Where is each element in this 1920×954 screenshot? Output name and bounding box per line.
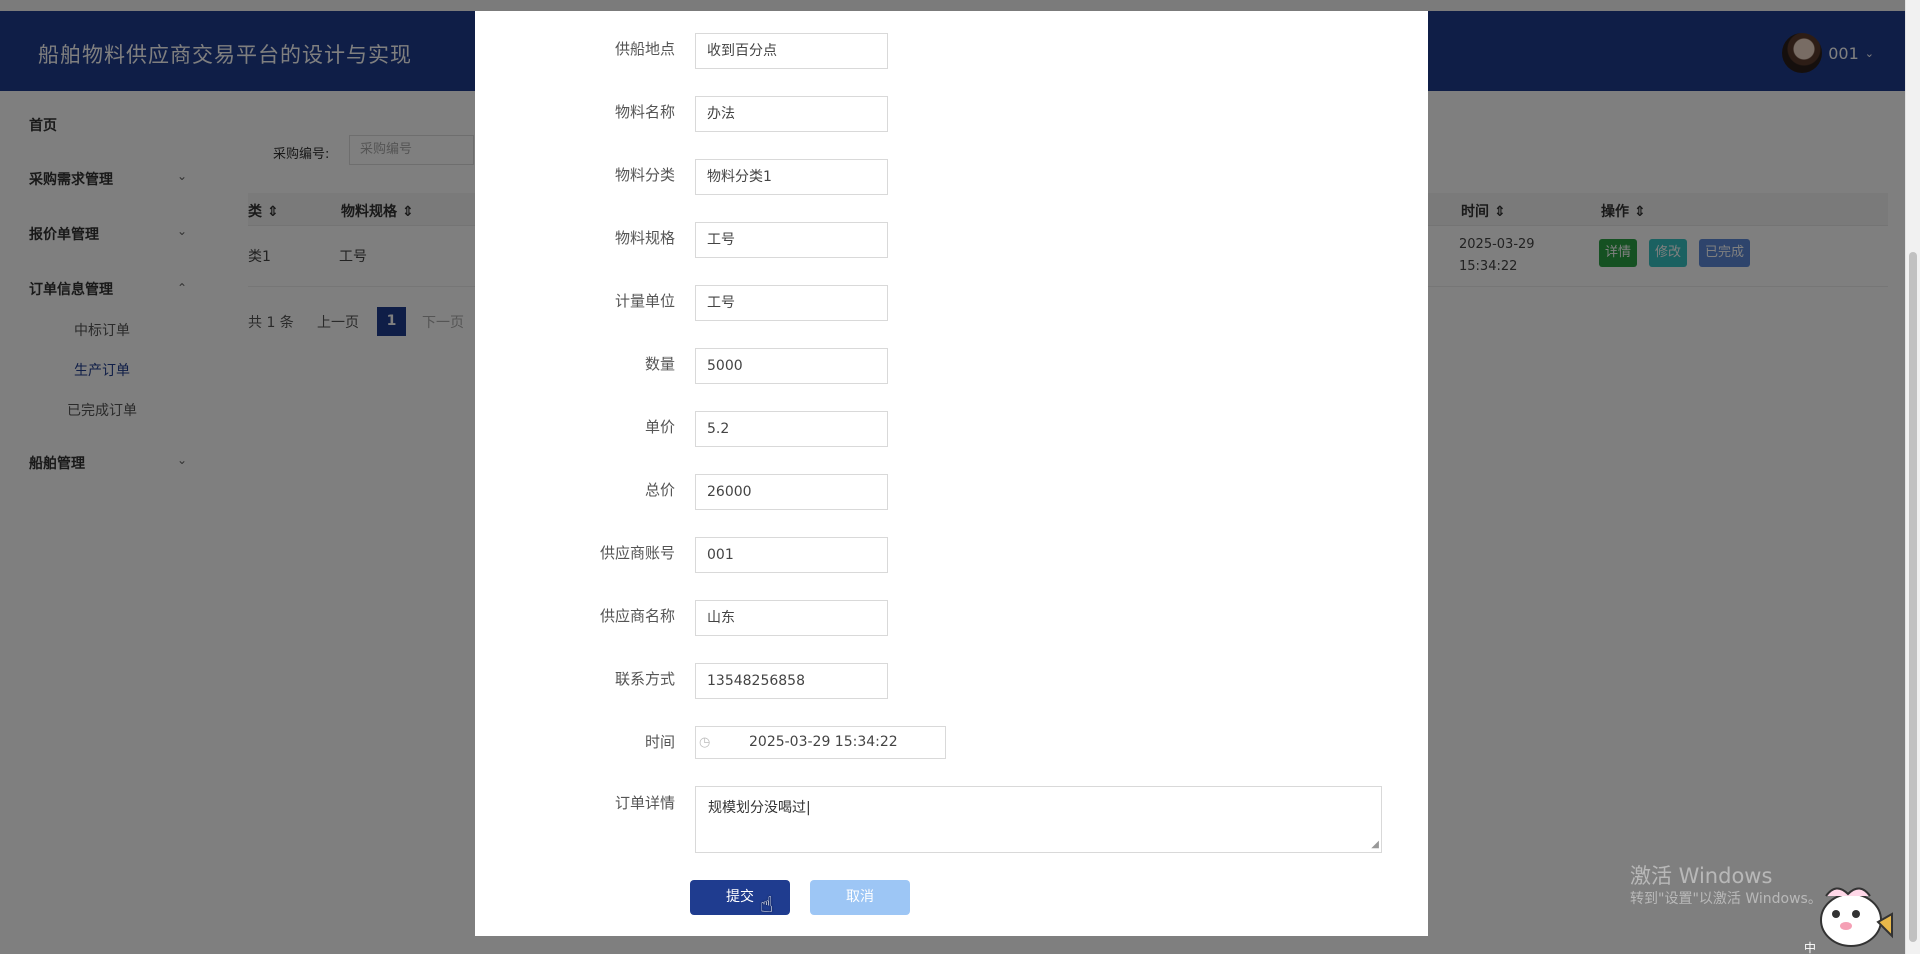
field-label-unit-price: 单价: [644, 418, 675, 436]
unit-price-input[interactable]: 5.2: [695, 411, 888, 447]
material-category-input[interactable]: 物料分类1: [695, 159, 888, 195]
field-label-material-name: 物料名称: [614, 103, 675, 121]
total-price-input[interactable]: 26000: [695, 474, 888, 510]
order-detail-textarea[interactable]: 规模划分没喝过| ◢: [695, 786, 1382, 853]
field-label-unit: 计量单位: [614, 292, 675, 310]
submit-button[interactable]: 提交: [690, 880, 790, 915]
field-label-supply-location: 供船地点: [614, 40, 675, 58]
unit-input[interactable]: 工号: [695, 285, 888, 321]
order-detail-text[interactable]: 规模划分没喝过: [708, 800, 806, 816]
field-label-order-detail: 订单详情: [614, 794, 675, 812]
material-spec-input[interactable]: 工号: [695, 222, 888, 258]
field-label-time: 时间: [644, 733, 675, 751]
page-scrollbar[interactable]: [1905, 0, 1920, 954]
field-label-total-price: 总价: [644, 481, 675, 499]
supply-location-input[interactable]: 收到百分点: [695, 33, 888, 69]
quantity-input[interactable]: 5000: [695, 348, 888, 384]
hand-cursor-icon: ☝: [760, 893, 774, 918]
field-label-material-category: 物料分类: [614, 166, 675, 184]
time-value[interactable]: 2025-03-29 15:34:22: [749, 727, 898, 758]
material-name-input[interactable]: 办法: [695, 96, 888, 132]
field-label-supplier-name: 供应商名称: [599, 607, 675, 625]
field-label-supplier-account: 供应商账号: [599, 544, 675, 562]
svg-text:中: 中: [1804, 940, 1816, 954]
clock-icon: ◷: [699, 735, 711, 750]
mascot-sticker-icon: 中: [1804, 887, 1893, 954]
resize-grip-icon[interactable]: ◢: [1371, 839, 1379, 850]
supplier-account-input[interactable]: 001: [695, 537, 888, 573]
scrollbar-thumb[interactable]: [1909, 252, 1917, 942]
supplier-name-input[interactable]: 山东: [695, 600, 888, 636]
cancel-button[interactable]: 取消: [810, 880, 910, 915]
field-label-material-spec: 物料规格: [614, 229, 675, 247]
time-picker[interactable]: ◷ 2025-03-29 15:34:22: [695, 726, 946, 759]
field-label-quantity: 数量: [644, 355, 675, 373]
contact-input[interactable]: 13548256858: [695, 663, 888, 699]
windows-activation-watermark: 激活 Windows: [1630, 864, 1773, 888]
windows-activation-hint: 转到"设置"以激活 Windows。: [1630, 891, 1822, 907]
field-label-contact: 联系方式: [614, 670, 675, 688]
